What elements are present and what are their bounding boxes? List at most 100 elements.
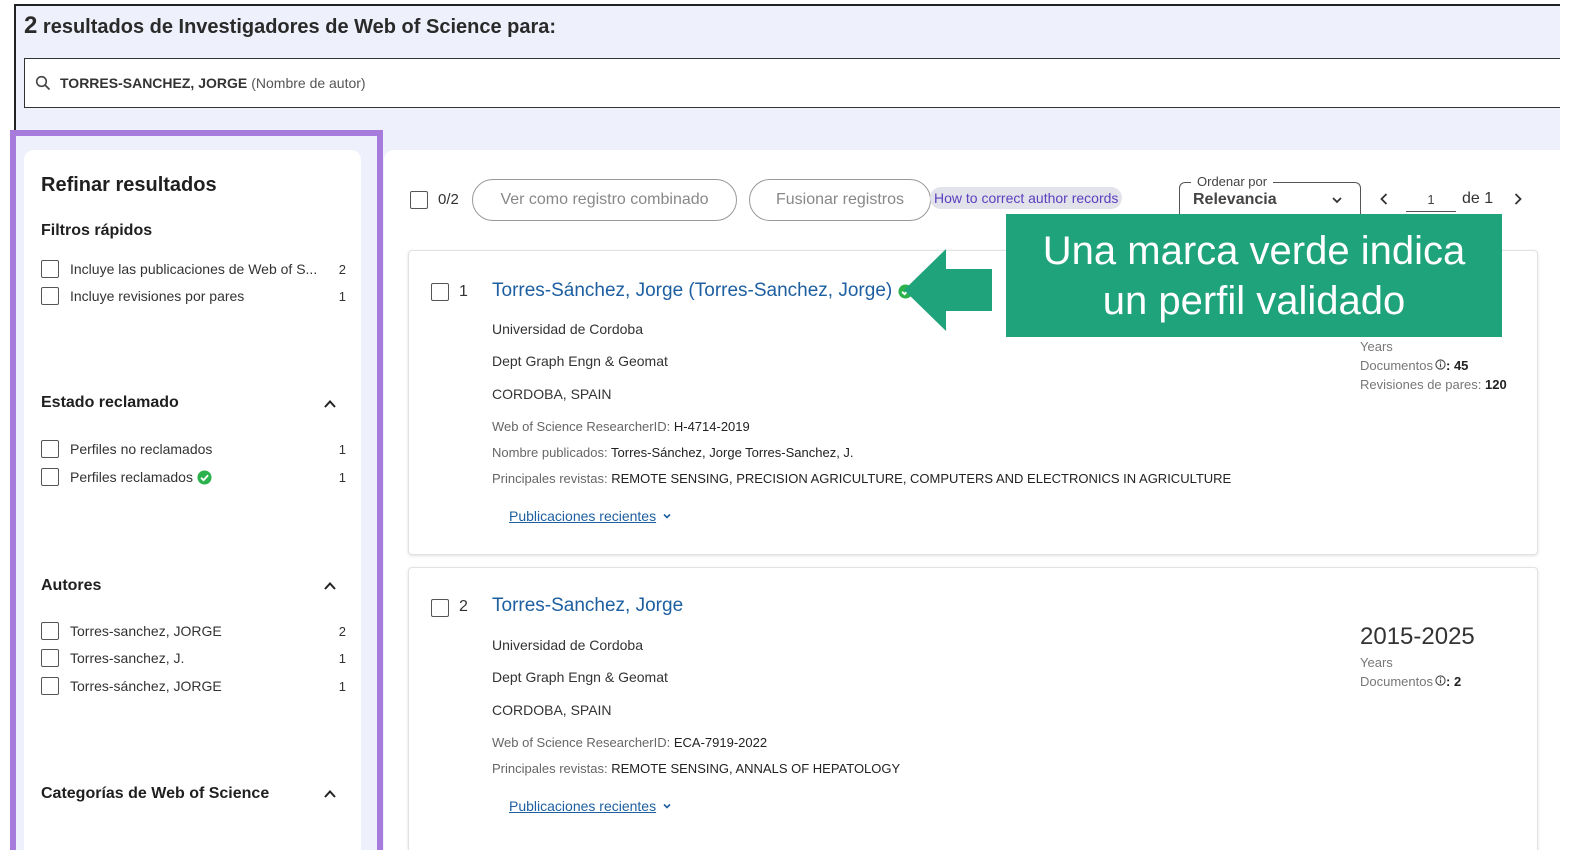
- arrow-left-icon: [904, 249, 992, 331]
- merge-records-button[interactable]: Fusionar registros: [749, 179, 931, 221]
- chevron-up-icon[interactable]: [322, 578, 338, 594]
- filter-item-author-1[interactable]: Torres-sanchez, JORGE 2: [41, 621, 346, 641]
- documents-stat: Documentos: 2: [1360, 674, 1462, 689]
- view-combined-button[interactable]: Ver como registro combinado: [472, 179, 737, 221]
- documents-label: Documentos: [1360, 674, 1433, 689]
- peer-reviews-label: Revisiones de pares:: [1360, 377, 1482, 392]
- sort-legend: Ordenar por: [1191, 174, 1274, 189]
- documents-label: Documentos: [1360, 358, 1433, 373]
- search-type: (Nombre de autor): [251, 75, 366, 91]
- years-label: Years: [1360, 339, 1393, 354]
- filter-count: 2: [338, 261, 346, 277]
- record-journals: Principales revistas: REMOTE SENSING, PR…: [492, 471, 1231, 486]
- callout-line-1: Una marca verde indica: [1042, 229, 1466, 273]
- chevron-up-icon[interactable]: [322, 396, 338, 412]
- rid-value: ECA-7919-2022: [673, 735, 768, 750]
- journals-label: Principales revistas:: [492, 471, 608, 486]
- refine-sidebar: Refinar resultados Filtros rápidos Inclu…: [24, 150, 361, 850]
- sidebar-title: Refinar resultados: [41, 174, 217, 196]
- categories-title: Categorías de Web of Science: [41, 785, 270, 802]
- authors-title: Autores: [41, 577, 102, 594]
- rid-value: H-4714-2019: [673, 419, 750, 434]
- documents-value: 45: [1453, 358, 1469, 373]
- record-location: CORDOBA, SPAIN: [492, 702, 612, 718]
- sort-value: Relevancia: [1193, 191, 1277, 208]
- record-researcher-id: Web of Science ResearcherID: ECA-7919-20…: [492, 735, 767, 750]
- chevron-right-icon[interactable]: [1510, 191, 1526, 207]
- filter-item-peer-reviews[interactable]: Incluye revisiones por pares 1: [41, 286, 346, 306]
- record-location: CORDOBA, SPAIN: [492, 386, 612, 402]
- filter-label: Torres-sanchez, JORGE: [70, 623, 222, 639]
- filter-count: 1: [338, 678, 346, 694]
- recent-publications-label: Publicaciones recientes: [509, 508, 657, 524]
- filter-item-unclaimed[interactable]: Perfiles no reclamados 1: [41, 439, 346, 459]
- info-icon[interactable]: [1435, 675, 1446, 686]
- filter-item-author-3[interactable]: Torres-sánchez, JORGE 1: [41, 676, 346, 696]
- correct-author-records-link[interactable]: How to correct author records: [930, 187, 1123, 209]
- record-name: Torres-Sanchez, Jorge: [492, 595, 684, 616]
- peer-reviews-stat: Revisiones de pares: 120: [1360, 377, 1507, 392]
- filter-checkbox[interactable]: [41, 287, 59, 305]
- results-heading: 2 resultados de Investigadores de Web of…: [24, 12, 556, 40]
- record-name-link[interactable]: Torres-Sanchez, Jorge: [492, 595, 683, 617]
- search-query-box[interactable]: TORRES-SANCHEZ, JORGE (Nombre de autor): [24, 58, 1560, 108]
- filter-checkbox[interactable]: [41, 440, 59, 458]
- search-query: TORRES-SANCHEZ, JORGE: [60, 75, 248, 91]
- filter-checkbox[interactable]: [41, 468, 59, 486]
- info-icon[interactable]: [1435, 359, 1446, 370]
- record-department: Dept Graph Engn & Geomat: [492, 353, 668, 369]
- chevron-down-icon: [1332, 197, 1342, 204]
- record-organization: Universidad de Cordoba: [492, 321, 643, 337]
- filter-checkbox[interactable]: [41, 649, 59, 667]
- filter-label: Incluye revisiones por pares: [70, 288, 245, 304]
- filter-count: 1: [338, 441, 346, 457]
- record-number: 1: [459, 283, 468, 300]
- filter-count: 1: [338, 650, 346, 666]
- filter-label: Torres-sánchez, JORGE: [70, 678, 222, 694]
- filter-label: Perfiles reclamados: [70, 469, 326, 485]
- chevron-down-icon: [663, 513, 671, 519]
- filter-label-text: Perfiles reclamados: [70, 469, 193, 485]
- annotation-callout: Una marca verde indica un perfil validad…: [1006, 214, 1502, 337]
- record-number: 2: [459, 598, 468, 615]
- recent-publications-toggle[interactable]: Publicaciones recientes: [509, 508, 672, 524]
- filter-item-claimed[interactable]: Perfiles reclamados 1: [41, 467, 346, 487]
- recent-publications-toggle[interactable]: Publicaciones recientes: [509, 798, 672, 814]
- chevron-left-icon[interactable]: [1376, 191, 1392, 207]
- filter-count: 1: [338, 469, 346, 485]
- record-organization: Universidad de Cordoba: [492, 637, 643, 653]
- filter-label: Torres-sanchez, J.: [70, 650, 185, 666]
- journals-label: Principales revistas:: [492, 761, 608, 776]
- verified-check-icon: [197, 469, 212, 485]
- journals-value: REMOTE SENSING, PRECISION AGRICULTURE, C…: [611, 471, 1232, 486]
- record-journals: Principales revistas: REMOTE SENSING, AN…: [492, 761, 900, 776]
- filter-checkbox[interactable]: [41, 622, 59, 640]
- pub-names-value: Torres-Sánchez, Jorge Torres-Sanchez, J.: [611, 445, 854, 460]
- filter-label: Incluye las publicaciones de Web of S...: [70, 261, 318, 277]
- record-department: Dept Graph Engn & Geomat: [492, 669, 668, 685]
- filter-item-wos-publications[interactable]: Incluye las publicaciones de Web of S...…: [41, 259, 346, 279]
- documents-stat: Documentos: 45: [1360, 358, 1469, 373]
- callout-line-2: un perfil validado: [1102, 279, 1406, 323]
- search-icon: [35, 75, 51, 91]
- page-input[interactable]: 1: [1406, 188, 1456, 212]
- peer-reviews-value: 120: [1485, 377, 1507, 392]
- recent-publications-label: Publicaciones recientes: [509, 798, 657, 814]
- chevron-up-icon[interactable]: [322, 786, 338, 802]
- filter-label: Perfiles no reclamados: [70, 441, 213, 457]
- rid-label: Web of Science ResearcherID:: [492, 735, 671, 750]
- filter-item-author-2[interactable]: Torres-sanchez, J. 1: [41, 648, 346, 668]
- filter-checkbox[interactable]: [41, 260, 59, 278]
- documents-value: 2: [1453, 674, 1462, 689]
- select-all-checkbox[interactable]: [410, 191, 428, 209]
- rid-label: Web of Science ResearcherID:: [492, 419, 671, 434]
- filter-checkbox[interactable]: [41, 677, 59, 695]
- quick-filters-title: Filtros rápidos: [41, 222, 153, 239]
- record-name-link[interactable]: Torres-Sánchez, Jorge (Torres-Sanchez, J…: [492, 280, 913, 302]
- chevron-down-icon: [663, 803, 671, 809]
- record-checkbox[interactable]: [431, 599, 449, 617]
- years-range: 2015-2025: [1360, 623, 1475, 650]
- record-checkbox[interactable]: [431, 283, 449, 301]
- page-of: de 1: [1462, 190, 1494, 207]
- journals-value: REMOTE SENSING, ANNALS OF HEPATOLOGY: [611, 761, 901, 776]
